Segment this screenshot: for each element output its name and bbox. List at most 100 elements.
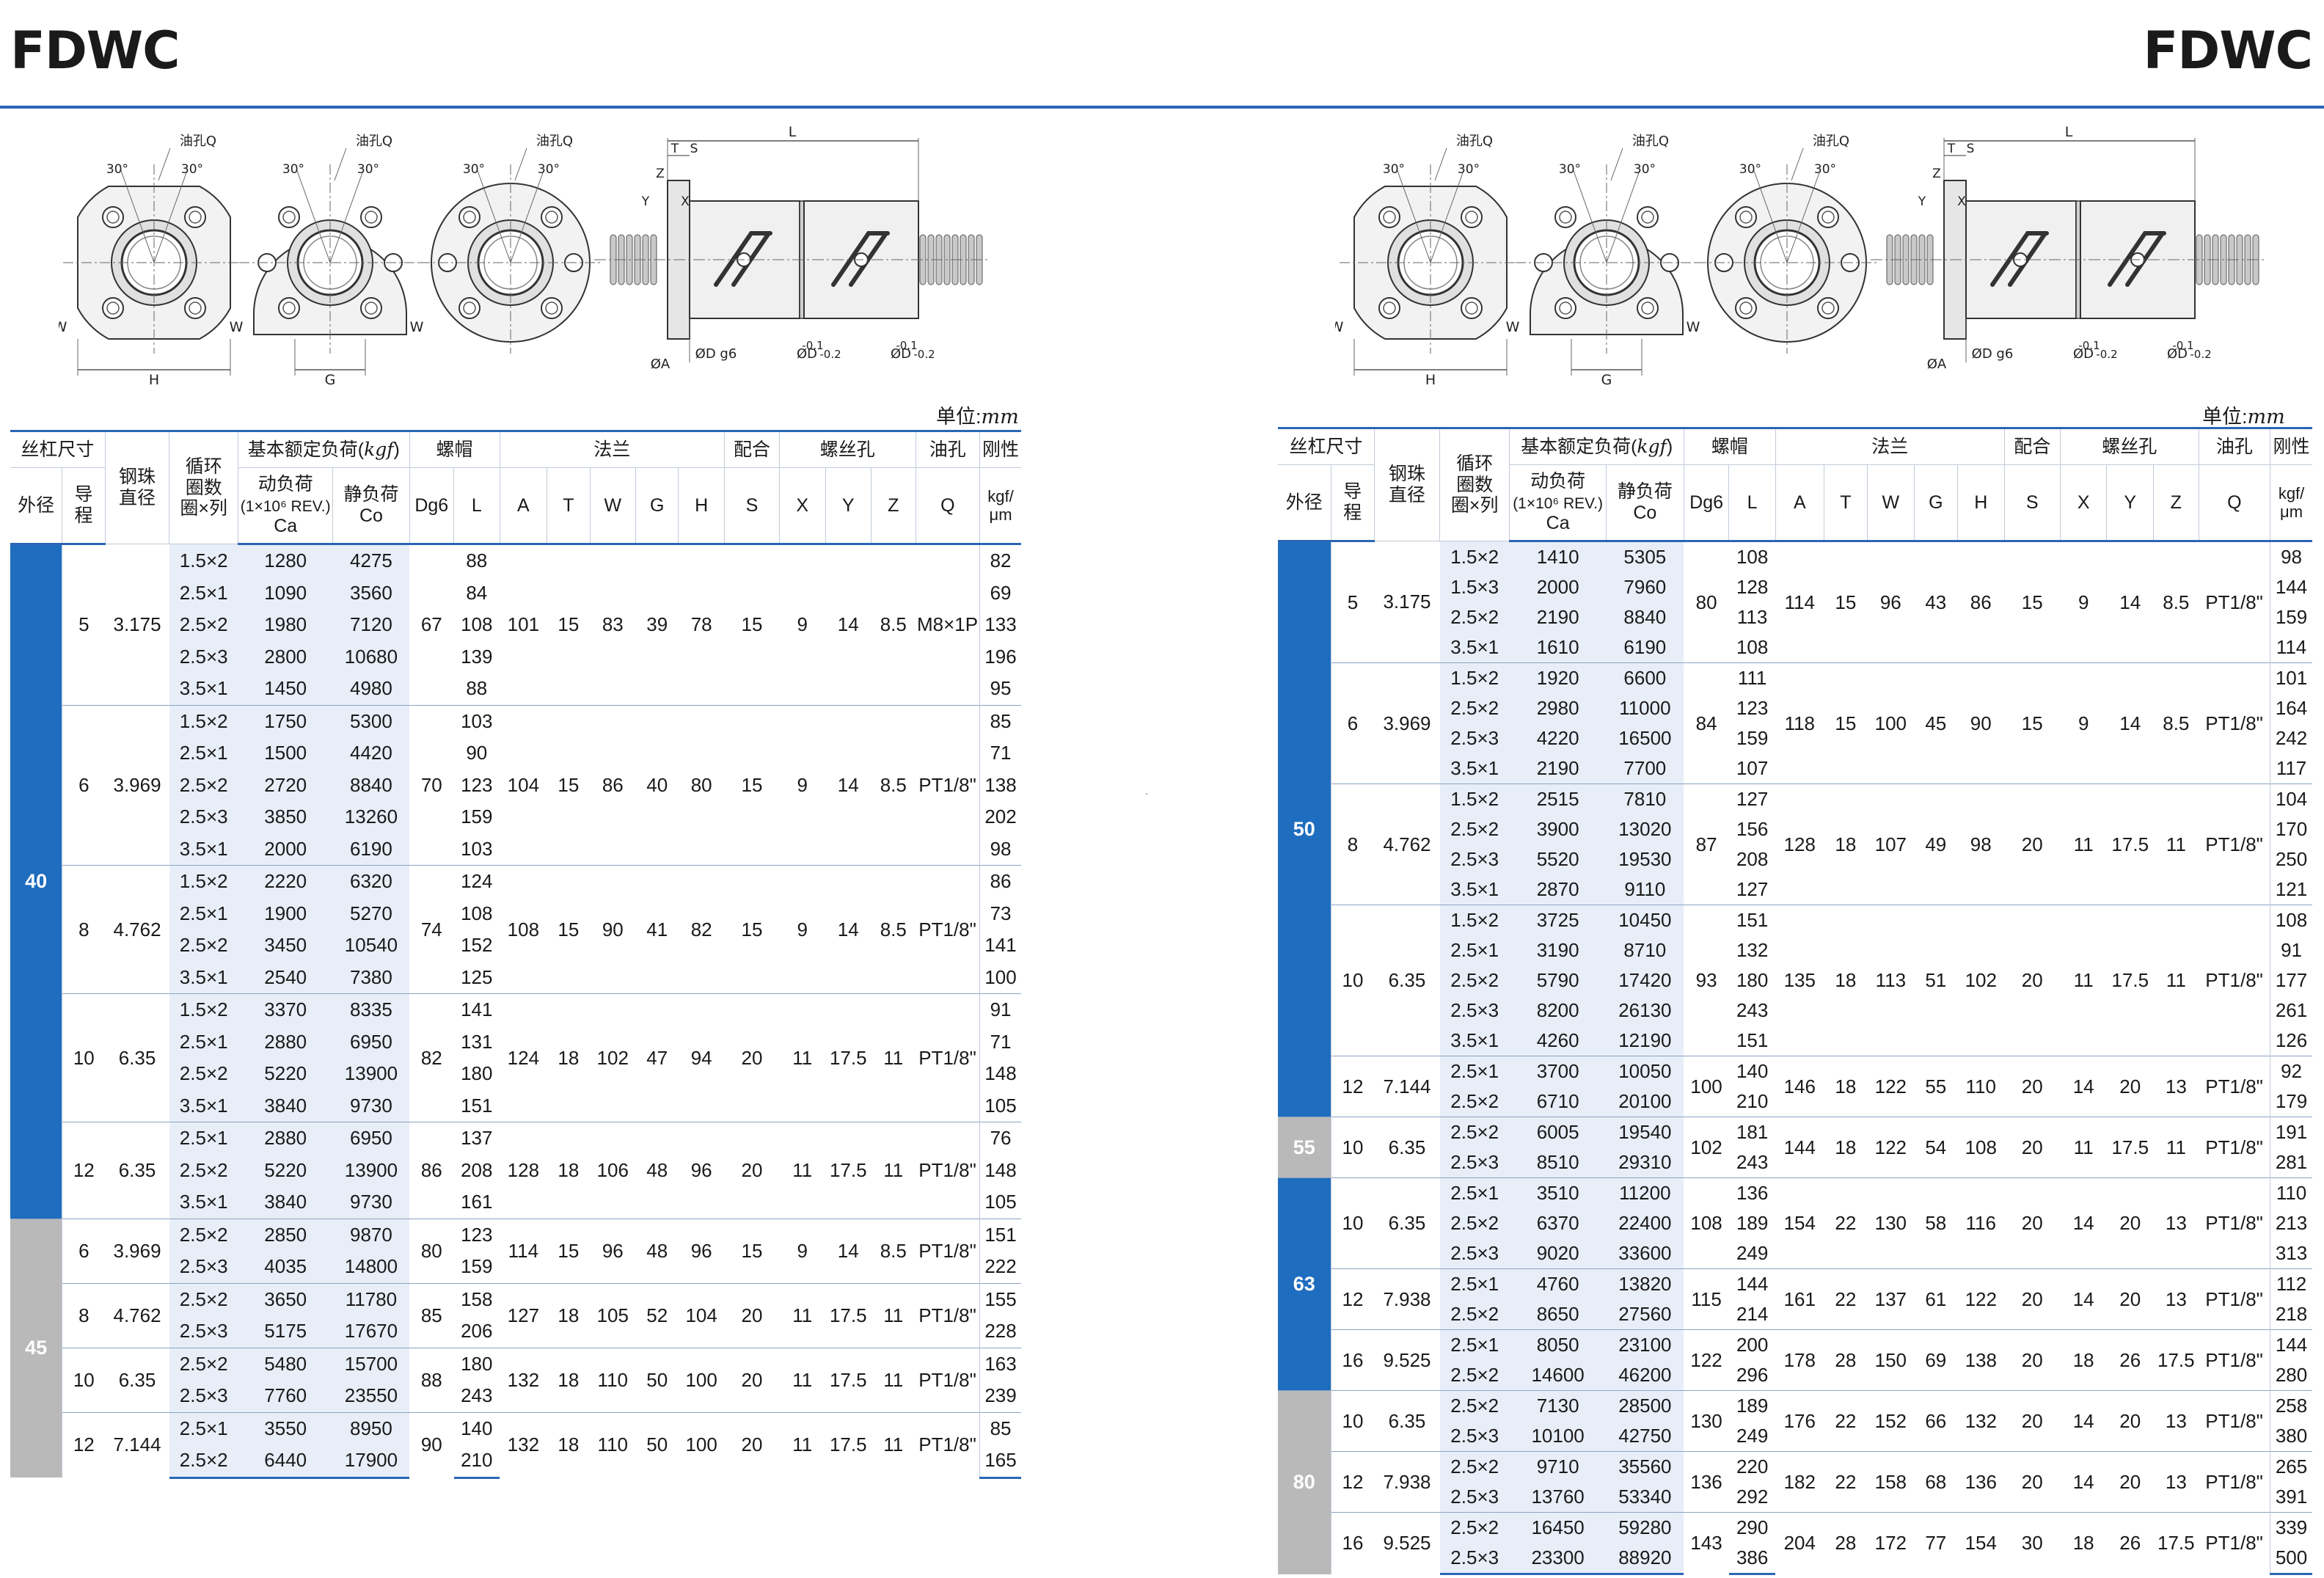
- length-cell: 123: [461, 773, 493, 796]
- ball-diameter-cell: 6.35: [105, 1347, 169, 1412]
- s-cell: 20: [2004, 1329, 2061, 1391]
- static-load-cell: 8710: [1606, 935, 1684, 965]
- y-cell: 17.5: [825, 1347, 872, 1412]
- outer-diameter-cell: 63: [1278, 1177, 1331, 1391]
- static-load-cell: 4980: [332, 673, 410, 705]
- g-cell: 40: [635, 704, 679, 866]
- circuits-cell: 2.5×1: [169, 1411, 238, 1444]
- a-cell: 154: [1775, 1177, 1824, 1269]
- q-cell: PT1/8": [916, 993, 980, 1122]
- dg6-cell: 85: [409, 1282, 454, 1348]
- table-row: 6 3.969 1.5×2 1920 6600 84 111 118 15 100 45 90 15 9 1…: [1278, 662, 2312, 784]
- dynamic-load-cell: 2880: [238, 1122, 333, 1155]
- w-cell: 110: [590, 1347, 636, 1412]
- w-cell: 158: [1867, 1451, 1915, 1513]
- dynamic-load-cell: 5520: [1509, 844, 1607, 874]
- ball-diameter-cell: 3.969: [105, 1218, 169, 1283]
- static-load-cell: 17420: [1606, 965, 1684, 996]
- unit-label: 单位:mm: [2202, 406, 2285, 428]
- static-load-cell: 7810: [1606, 783, 1684, 814]
- t-cell: 18: [547, 1411, 591, 1477]
- left-page: FDWC 30° 30° 油孔Q W H 30° 30° 油孔Q W G 30° 30° 油孔Q W …: [0, 0, 1162, 1578]
- ball-diameter-cell: 6.35: [105, 1122, 169, 1219]
- flange-view-single-cut: 30° 30° 油孔Q W G: [230, 134, 421, 388]
- svg-text:ØA: ØA: [1927, 357, 1947, 372]
- svg-text:W: W: [1506, 319, 1520, 335]
- length-cell: 296: [1736, 1364, 1769, 1386]
- w-cell: 83: [590, 544, 636, 705]
- s-cell: 20: [2004, 1451, 2061, 1513]
- lead-cell: 5: [1330, 541, 1375, 663]
- table-row: 12 6.35 2.5×1 2880 6950 86 137 128 18 106 48 96 20 11…: [10, 1122, 1021, 1219]
- rigidity-cell: 164: [2270, 693, 2312, 723]
- header-nut: 螺帽: [409, 430, 500, 468]
- x-cell: 18: [2060, 1512, 2107, 1574]
- circuits-cell: 2.5×2: [1439, 693, 1510, 723]
- length-cell: 200: [1728, 1329, 1776, 1360]
- dg6-cell: 115: [1684, 1268, 1729, 1330]
- circuits-cell: 2.5×3: [1439, 1147, 1510, 1178]
- dynamic-load-cell: 1450: [238, 673, 333, 705]
- table-row: 55 10 6.35 2.5×2 6005 19540 102 181 144 18 122 54 10…: [1278, 1117, 2312, 1178]
- g-cell: 48: [635, 1122, 679, 1219]
- outer-diameter-cell: 50: [1278, 541, 1331, 1117]
- ball-diameter-cell: 7.144: [1374, 1056, 1440, 1117]
- g-cell: 41: [635, 865, 679, 994]
- circuits-cell: 2.5×1: [1439, 1329, 1510, 1360]
- header-dynamic: 动负荷 (1×10⁶ REV.) Ca: [238, 467, 333, 545]
- static-load-cell: 11000: [1606, 693, 1684, 723]
- static-load-cell: 6320: [332, 865, 410, 898]
- svg-text:30°: 30°: [357, 162, 379, 177]
- s-cell: 30: [2004, 1512, 2061, 1574]
- svg-text:ØD g6: ØD g6: [695, 346, 737, 362]
- circuits-cell: 2.5×3: [169, 1251, 238, 1283]
- z-cell: 11: [2153, 783, 2199, 905]
- length-cell: 210: [1736, 1090, 1769, 1112]
- x-cell: 18: [2060, 1329, 2107, 1391]
- header-oil: 油孔: [2198, 427, 2270, 465]
- length-cell: 108: [461, 902, 493, 924]
- svg-text:油孔Q: 油孔Q: [1813, 134, 1849, 149]
- z-cell: 13: [2153, 1177, 2199, 1269]
- dynamic-load-cell: 2000: [1509, 572, 1607, 602]
- a-cell: 132: [500, 1411, 547, 1477]
- rigidity-cell: 155: [979, 1282, 1021, 1315]
- y-cell: 14: [2106, 541, 2154, 663]
- rigidity-cell: 101: [2270, 662, 2312, 693]
- length-cell: 108: [1736, 636, 1769, 658]
- h-cell: 108: [1957, 1117, 2005, 1178]
- y-cell: 17.5: [825, 1411, 872, 1477]
- dg6-cell: 88: [409, 1347, 454, 1412]
- rigidity-cell: 85: [979, 1411, 1021, 1444]
- table-row: 40 5 3.175 1.5×2 1280 4275 67 88 101 15 83 39 78 15 9 1…: [10, 544, 1021, 1219]
- circuits-cell: 2.5×2: [1439, 602, 1510, 632]
- static-load-cell: 17900: [332, 1444, 410, 1479]
- w-cell: 96: [590, 1218, 636, 1283]
- h-cell: 102: [1957, 905, 2005, 1056]
- static-load-cell: 12190: [1606, 1026, 1684, 1056]
- s-cell: 15: [724, 704, 780, 866]
- dynamic-load-cell: 7130: [1509, 1390, 1607, 1421]
- ball-diameter-cell: 4.762: [105, 1282, 169, 1348]
- h-cell: 94: [678, 993, 725, 1122]
- x-cell: 9: [779, 865, 825, 994]
- length-cell: 151: [1728, 905, 1776, 935]
- length-cell: 180: [1736, 969, 1769, 991]
- length-cell: 152: [461, 934, 493, 957]
- length-cell: 107: [1736, 757, 1769, 779]
- circuits-cell: 3.5×1: [1439, 874, 1510, 905]
- svg-text:-0.2: -0.2: [913, 348, 935, 361]
- dynamic-load-cell: 9710: [1509, 1451, 1607, 1482]
- rigidity-cell: 91: [2270, 935, 2312, 965]
- x-cell: 11: [779, 1411, 825, 1477]
- circuits-cell: 2.5×2: [1439, 1086, 1510, 1117]
- length-cell: 123: [453, 1218, 500, 1251]
- static-load-cell: 46200: [1606, 1360, 1684, 1391]
- rigidity-cell: 104: [2270, 783, 2312, 814]
- x-cell: 11: [779, 1347, 825, 1412]
- a-cell: 132: [500, 1347, 547, 1412]
- header-static: 静负荷 Co: [1605, 464, 1684, 542]
- length-cell: 84: [466, 581, 488, 604]
- length-cell: 128: [1736, 576, 1769, 598]
- t-cell: 18: [1824, 783, 1868, 905]
